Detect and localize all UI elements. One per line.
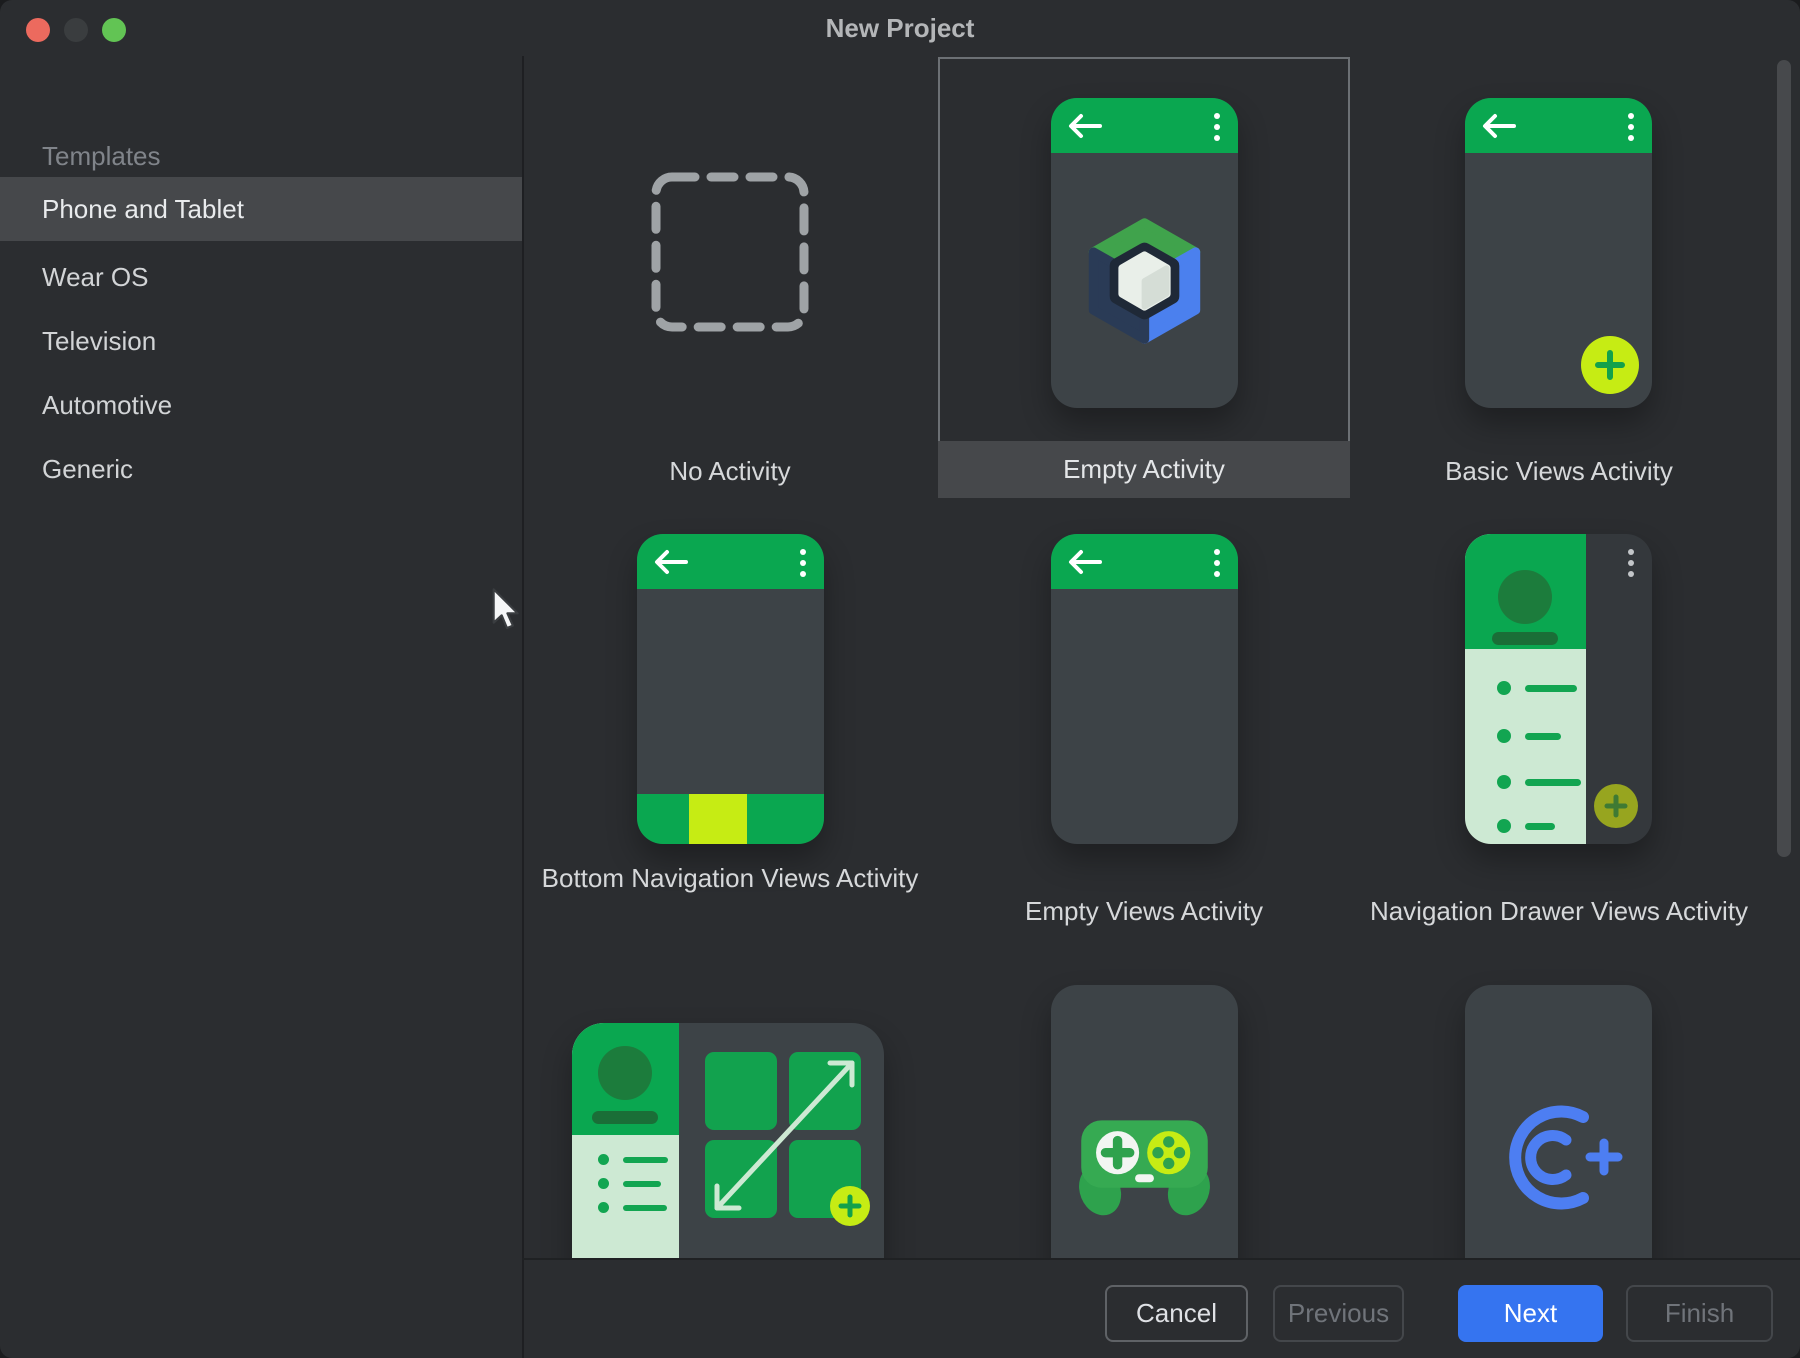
plus-fab-icon <box>1581 336 1639 394</box>
drawer-menu-item <box>1497 775 1581 789</box>
template-label: Bottom Navigation Views Activity <box>524 861 936 896</box>
cpp-icon <box>1495 1100 1635 1215</box>
drawer-menu-item <box>598 1178 661 1189</box>
mouse-cursor-icon <box>492 588 522 632</box>
jetpack-compose-logo-icon <box>1079 216 1210 346</box>
game-controller-icon <box>1077 1115 1212 1220</box>
template-label: No Activity <box>524 454 936 489</box>
tablet-drawer-panel <box>572 1023 679 1258</box>
template-label: Navigation Drawer Views Activity <box>1353 894 1765 929</box>
drawer-header <box>572 1023 679 1135</box>
empty-views-thumbnail <box>1051 534 1238 844</box>
sidebar-header: Templates <box>42 134 161 178</box>
new-project-dialog: New Project Templates Phone and Tablet W… <box>0 0 1800 1358</box>
no-activity-placeholder-icon <box>651 172 809 332</box>
plus-fab-icon <box>830 1186 870 1226</box>
phone-appbar <box>637 534 824 589</box>
back-arrow-icon <box>653 549 691 575</box>
phone-appbar <box>1051 534 1238 589</box>
template-label: Empty Views Activity <box>938 894 1350 929</box>
cancel-button[interactable]: Cancel <box>1105 1285 1248 1342</box>
sidebar-item-generic[interactable]: Generic <box>0 437 522 501</box>
drawer-menu-item <box>598 1202 667 1213</box>
drawer-menu-item <box>598 1154 668 1165</box>
kebab-menu-icon <box>1628 113 1634 141</box>
next-button[interactable]: Next <box>1458 1285 1603 1342</box>
drawer-menu-item <box>1497 729 1561 743</box>
avatar-icon <box>598 1046 652 1100</box>
title-bar: New Project <box>0 0 1800 56</box>
kebab-menu-icon <box>1628 549 1634 577</box>
avatar-name-bar <box>592 1111 658 1124</box>
window-title: New Project <box>0 0 1800 56</box>
avatar-icon <box>1498 570 1552 624</box>
drawer-menu-item <box>1497 819 1555 833</box>
template-label: Basic Views Activity <box>1353 454 1765 489</box>
vertical-scrollbar-thumb[interactable] <box>1777 60 1791 857</box>
template-gallery: No Activity <box>524 56 1800 1258</box>
template-card-game-activity-thumbnail[interactable] <box>1051 985 1238 1258</box>
template-card-native-cpp-thumbnail[interactable] <box>1465 985 1652 1258</box>
template-card-tablet-thumbnail[interactable] <box>572 1023 884 1258</box>
drawer-menu-item <box>1497 681 1577 695</box>
drawer-header <box>1465 534 1586 649</box>
phone-appbar <box>1465 98 1652 153</box>
kebab-menu-icon <box>800 549 806 577</box>
sidebar-item-wear-os[interactable]: Wear OS <box>0 245 522 309</box>
finish-button[interactable]: Finish <box>1626 1285 1773 1342</box>
dimmed-plus-fab-icon <box>1594 784 1638 828</box>
sidebar-item-television[interactable]: Television <box>0 309 522 373</box>
navigation-drawer-thumbnail <box>1465 534 1652 844</box>
nav-drawer-panel <box>1465 534 1586 844</box>
back-arrow-icon <box>1067 549 1105 575</box>
sidebar-item-automotive[interactable]: Automotive <box>0 373 522 437</box>
avatar-name-bar <box>1492 632 1558 645</box>
kebab-menu-icon <box>1214 549 1220 577</box>
kebab-menu-icon <box>1214 113 1220 141</box>
basic-views-thumbnail <box>1465 98 1652 408</box>
selected-template-label: Empty Activity <box>938 441 1350 498</box>
back-arrow-icon <box>1481 113 1519 139</box>
footer-separator <box>522 1258 1800 1260</box>
bottom-nav-bar <box>637 794 824 844</box>
bottom-navigation-thumbnail <box>637 534 824 844</box>
back-arrow-icon <box>1067 113 1105 139</box>
templates-sidebar: Templates Phone and Tablet Wear OS Telev… <box>0 56 522 1358</box>
empty-activity-thumbnail <box>1051 98 1238 408</box>
previous-button[interactable]: Previous <box>1273 1285 1404 1342</box>
sidebar-item-phone-and-tablet[interactable]: Phone and Tablet <box>0 177 522 241</box>
phone-appbar <box>1051 98 1238 153</box>
